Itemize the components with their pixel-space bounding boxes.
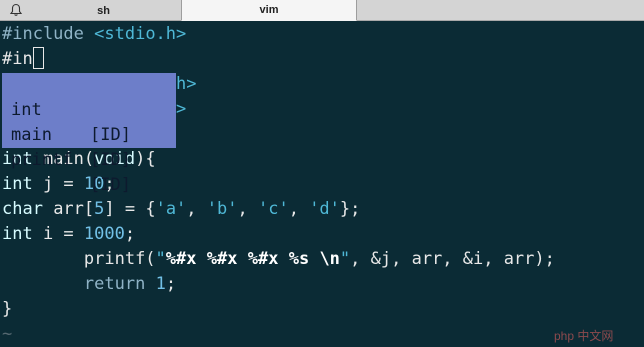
number-literal: 5 xyxy=(94,199,105,219)
tab-label: vim xyxy=(259,4,279,16)
code-line-2: #in xyxy=(2,47,33,72)
closing-brace: } xyxy=(2,299,13,319)
completion-kind: [ID] xyxy=(90,150,131,170)
completion-item[interactable]: main [ID] xyxy=(2,98,176,170)
tab-bar-empty xyxy=(357,0,644,21)
number-literal: 1 xyxy=(155,274,166,294)
include-header: <stdio.h> xyxy=(94,24,187,44)
string-text xyxy=(237,249,247,269)
preprocessor-directive: #include xyxy=(2,24,84,44)
code-text: , xyxy=(237,199,258,219)
string-text xyxy=(278,249,288,269)
char-literal: 'c' xyxy=(257,199,289,219)
empty-line-marker: ~ xyxy=(2,322,12,347)
bell-icon[interactable] xyxy=(6,0,26,20)
terminal-window: sh vim #include <stdio.h> #in h> > int m… xyxy=(0,0,644,347)
return-keyword: return xyxy=(83,274,146,294)
tab-bar: sh vim xyxy=(0,0,644,21)
code-text: }; xyxy=(339,199,361,219)
string-text xyxy=(197,249,207,269)
typed-text: #in xyxy=(2,49,33,69)
char-literal: 'a' xyxy=(155,199,187,219)
code-text: i = xyxy=(32,224,84,244)
code-text: , xyxy=(288,199,310,219)
number-literal: 1000 xyxy=(83,224,125,244)
code-line-3-tail: h> xyxy=(176,72,196,97)
tab-vim[interactable]: vim xyxy=(181,0,357,21)
tab-label: sh xyxy=(97,4,110,17)
code-text: , xyxy=(186,199,207,219)
code-text: ; xyxy=(124,224,136,244)
completion-item[interactable]: printf [ID] xyxy=(2,123,176,195)
char-literal: 'b' xyxy=(206,199,238,219)
string-text xyxy=(309,249,319,269)
code-text: ){ xyxy=(135,149,156,169)
code-text: ] = { xyxy=(104,199,156,219)
tab-sh[interactable]: sh xyxy=(26,0,181,21)
string-quote: " xyxy=(339,249,351,269)
completion-kind: [ID] xyxy=(90,175,131,195)
code-line-1: #include <stdio.h> xyxy=(2,22,186,47)
text-cursor xyxy=(33,47,44,69)
code-line-4-tail: > xyxy=(176,97,186,122)
format-specifier: %#x xyxy=(165,249,197,269)
format-specifier: %#x xyxy=(247,249,279,269)
format-specifier: %#x xyxy=(206,249,238,269)
completion-item[interactable]: int [ID] xyxy=(2,73,176,145)
tilde-marker: ~ xyxy=(2,324,13,344)
completion-popup: int [ID] main [ID] printf [ID] xyxy=(2,73,176,195)
code-line-9: int i = 1000; xyxy=(2,222,135,247)
obscured-text: h> xyxy=(176,74,197,94)
escape-sequence: \n xyxy=(319,249,340,269)
watermark-logo: php 中文网 xyxy=(554,329,614,343)
function-call: printf( xyxy=(83,249,156,269)
code-text: , &j, arr, &i, arr); xyxy=(350,249,555,269)
code-line-11: return 1; xyxy=(2,272,176,297)
vim-editor[interactable]: #include <stdio.h> #in h> > int main(voi… xyxy=(0,22,644,347)
code-line-10: printf("%#x %#x %#x %s \n", &j, arr, &i,… xyxy=(2,247,555,272)
type-keyword: int xyxy=(2,224,33,244)
format-specifier: %s xyxy=(288,249,310,269)
code-text: ; xyxy=(165,274,177,294)
code-line-12: } xyxy=(2,297,12,322)
string-quote: " xyxy=(155,249,166,269)
char-literal: 'd' xyxy=(309,199,340,219)
completion-word: printf xyxy=(11,150,73,170)
obscured-text: > xyxy=(176,99,187,119)
